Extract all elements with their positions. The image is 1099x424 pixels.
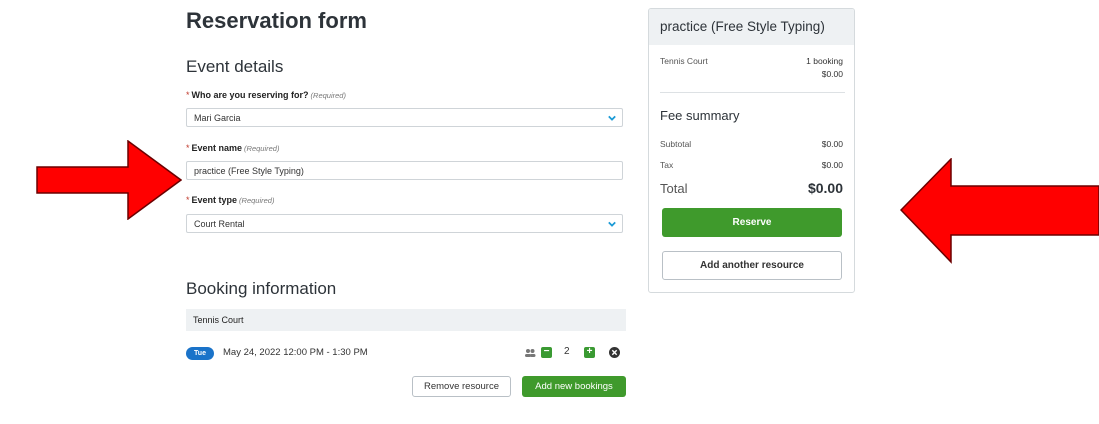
attendee-count: 2 — [564, 346, 570, 357]
add-another-resource-button[interactable]: Add another resource — [662, 251, 842, 280]
event-name-hint: (Required) — [244, 144, 280, 153]
required-mark: * — [186, 143, 190, 153]
event-name-label-text: Event name — [191, 143, 243, 153]
divider — [660, 92, 845, 93]
fee-summary-heading: Fee summary — [660, 108, 740, 123]
booking-info-heading: Booking information — [186, 279, 337, 298]
event-type-hint: (Required) — [239, 196, 275, 205]
summary-card-header: practice (Free Style Typing) — [649, 9, 854, 45]
tax-value: $0.00 — [821, 160, 843, 170]
total-label: Total — [660, 181, 688, 196]
right-arrow-annotation — [36, 140, 182, 220]
reserve-button[interactable]: Reserve — [662, 208, 842, 237]
required-mark: * — [186, 195, 190, 205]
who-label: * Who are you reserving for? (Required) — [186, 90, 346, 100]
event-type-select[interactable]: Court Rental — [186, 214, 623, 233]
left-arrow-annotation — [900, 158, 1099, 264]
plus-icon[interactable]: + — [584, 347, 595, 358]
resource-header: Tennis Court — [186, 309, 626, 331]
who-label-text: Who are you reserving for? — [191, 90, 309, 100]
subtotal-label: Subtotal — [660, 139, 692, 149]
summary-resource-name: Tennis Court — [660, 56, 708, 66]
close-icon[interactable] — [609, 347, 620, 358]
event-name-label: * Event name (Required) — [186, 143, 279, 153]
summary-resource-amount: $0.00 — [821, 69, 843, 79]
summary-card: practice (Free Style Typing) Tennis Cour… — [648, 8, 855, 293]
remove-resource-button[interactable]: Remove resource — [412, 376, 511, 397]
required-mark: * — [186, 90, 190, 100]
people-icon — [525, 349, 536, 357]
minus-icon[interactable]: − — [541, 347, 552, 358]
summary-title: practice (Free Style Typing) — [660, 19, 825, 34]
chevron-down-icon — [608, 221, 616, 227]
subtotal-value: $0.00 — [821, 139, 843, 149]
event-details-heading: Event details — [186, 57, 284, 76]
event-type-label: * Event type (Required) — [186, 195, 274, 205]
who-value: Mari Garcia — [194, 113, 241, 123]
summary-bookings-count: 1 booking — [806, 56, 843, 66]
event-type-value: Court Rental — [194, 219, 245, 229]
event-type-label-text: Event type — [191, 195, 238, 205]
total-value: $0.00 — [807, 180, 843, 196]
page-title: Reservation form — [186, 8, 367, 33]
chevron-down-icon — [608, 115, 616, 121]
who-hint: (Required) — [310, 91, 346, 100]
booking-datetime[interactable]: May 24, 2022 12:00 PM - 1:30 PM — [223, 347, 368, 358]
who-select[interactable]: Mari Garcia — [186, 108, 623, 127]
tax-label: Tax — [660, 160, 674, 170]
event-name-value: practice (Free Style Typing) — [194, 166, 304, 176]
add-new-bookings-button[interactable]: Add new bookings — [522, 376, 626, 397]
day-badge: Tue — [186, 347, 214, 360]
event-name-input[interactable]: practice (Free Style Typing) — [186, 161, 623, 180]
